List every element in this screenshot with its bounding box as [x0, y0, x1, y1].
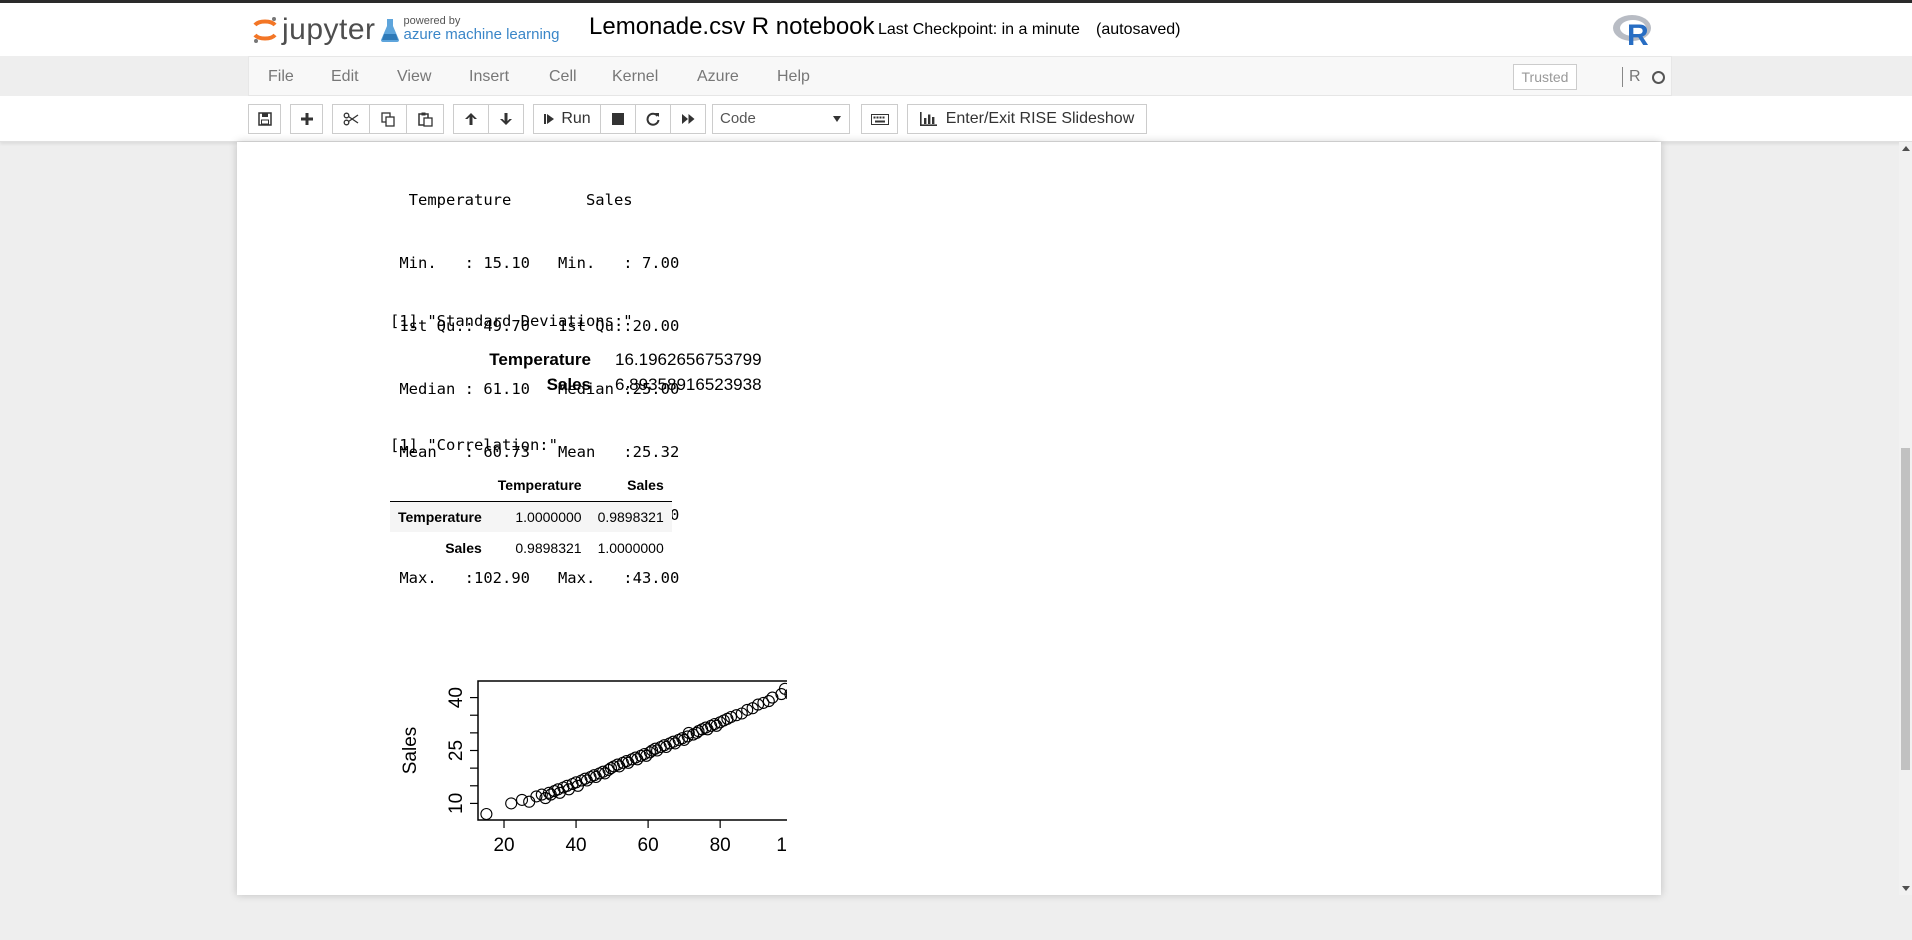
jupyter-wordmark: jupyter: [282, 13, 376, 46]
correlation-table: Temperature Sales Temperature 1.0000000 …: [390, 470, 672, 563]
powered-by-azure: powered by azure machine learning: [404, 14, 560, 42]
summary-line: Temperature Sales: [390, 191, 689, 209]
restart-icon: [646, 112, 660, 126]
y-tick-label: 40: [446, 687, 467, 708]
copy-icon: [380, 111, 395, 127]
x-tick-label: 40: [565, 835, 586, 856]
restart-run-all-button[interactable]: [670, 104, 706, 134]
copy-button[interactable]: [369, 104, 407, 134]
correlation-print-line: [1] "Correlation:": [390, 436, 558, 454]
x-tick-label: 20: [493, 835, 514, 856]
interrupt-button[interactable]: [600, 104, 636, 134]
scroll-down-arrow-icon[interactable]: [1902, 886, 1910, 891]
save-button[interactable]: [248, 104, 281, 134]
table-row: Temperature 1.0000000 0.9898321: [390, 501, 672, 532]
step-forward-icon: [544, 114, 555, 124]
scatter-point: [515, 793, 529, 806]
scatter-point: [505, 797, 518, 810]
scatter-point: [523, 795, 536, 808]
summary-line: Min. : 15.10 Min. : 7.00: [390, 254, 698, 272]
summary-line: Max. :102.90 Max. :43.00: [390, 569, 698, 587]
menu-view[interactable]: View: [397, 68, 431, 86]
stop-icon: [612, 113, 624, 125]
r-logo-letter: R: [1627, 19, 1649, 48]
scissors-icon: [343, 112, 359, 126]
notebook-title[interactable]: Lemonade.csv R notebook: [589, 13, 875, 41]
table-cell: 0.9898321: [515, 539, 582, 556]
sd-print-line: [1] "Standard Deviations:": [390, 312, 633, 330]
x-tick-label: 100: [776, 835, 787, 856]
notebook-header: jupyter powered by azure machine learnin…: [0, 3, 1912, 56]
fast-forward-icon: [681, 114, 694, 124]
menu-bar: File Edit View Insert Cell Kernel Azure …: [248, 56, 1672, 96]
scatter-plot: 20 40 60 80 100 10 25 40 Sales: [400, 680, 787, 856]
kernel-divider: [1622, 67, 1623, 87]
cell-type-select[interactable]: Code: [712, 104, 850, 134]
sd-value-sales: 6.89358916523938: [615, 375, 762, 394]
row-label: Sales: [445, 539, 482, 556]
notebook-toolbar: Run Code Enter/Exit RISE Slideshow: [0, 96, 1912, 142]
scroll-up-arrow-icon[interactable]: [1902, 146, 1910, 151]
sd-label-sales: Sales: [546, 375, 591, 394]
table-cell: 1.0000000: [515, 508, 582, 525]
trusted-indicator[interactable]: Trusted: [1513, 64, 1577, 90]
plus-icon: [300, 113, 313, 125]
table-cell: 1.0000000: [597, 539, 664, 556]
table-header-blank: [390, 470, 490, 502]
menu-edit[interactable]: Edit: [331, 68, 359, 86]
scatter-point: [480, 807, 493, 821]
menu-azure[interactable]: Azure: [697, 68, 739, 86]
insert-cell-button[interactable]: [290, 104, 323, 134]
jupyter-orbit-icon: [253, 17, 277, 43]
sd-label-temperature: Temperature: [489, 350, 591, 369]
kernel-name: R: [1629, 68, 1641, 85]
move-down-button[interactable]: [488, 104, 524, 134]
restart-button[interactable]: [635, 104, 671, 134]
sd-value-temperature: 16.1962656753799: [615, 350, 762, 369]
cut-button[interactable]: [332, 104, 370, 134]
x-tick-label: 60: [638, 835, 659, 856]
command-palette-button[interactable]: [861, 104, 898, 134]
paste-button[interactable]: [406, 104, 444, 134]
chevron-down-icon: [833, 116, 841, 122]
menu-file[interactable]: File: [268, 68, 294, 86]
arrow-up-icon: [465, 113, 477, 125]
arrow-down-icon: [500, 113, 512, 125]
floppy-disk-icon: [257, 112, 272, 126]
run-button-label: Run: [561, 110, 591, 127]
paste-icon: [417, 112, 433, 127]
scrollbar-thumb[interactable]: [1901, 448, 1910, 770]
table-cell: 0.9898321: [597, 508, 664, 525]
run-button[interactable]: Run: [533, 104, 601, 134]
rise-slideshow-button[interactable]: Enter/Exit RISE Slideshow: [907, 104, 1147, 134]
checkpoint-status: Last Checkpoint: in a minute: [878, 21, 1080, 38]
kernel-idle-icon: [1652, 71, 1665, 84]
y-tick-label: 10: [446, 793, 467, 814]
jupyter-logo[interactable]: jupyter powered by azure machine learnin…: [252, 11, 559, 49]
table-row: Sales 0.9898321 1.0000000: [390, 532, 672, 563]
table-header-temperature: Temperature: [489, 470, 590, 502]
keyboard-icon: [870, 113, 889, 125]
menu-cell[interactable]: Cell: [549, 68, 577, 86]
rise-slideshow-label: Enter/Exit RISE Slideshow: [945, 110, 1135, 127]
menu-insert[interactable]: Insert: [469, 68, 509, 86]
y-axis-label: Sales: [400, 727, 421, 775]
row-label: Temperature: [398, 508, 482, 525]
page-scrollbar[interactable]: [1899, 142, 1912, 895]
notebook-cell-output: Temperature Sales Min. : 15.10 Min. : 7.…: [237, 142, 1661, 895]
move-up-button[interactable]: [453, 104, 489, 134]
azure-ml-text: azure machine learning: [403, 26, 560, 43]
bar-chart-icon: [919, 112, 937, 126]
r-kernel-logo-icon: R: [1613, 15, 1651, 48]
autosave-status: (autosaved): [1096, 21, 1181, 38]
azure-flask-icon: [380, 19, 399, 42]
menu-help[interactable]: Help: [777, 68, 810, 86]
cell-type-value: Code: [720, 110, 756, 127]
menu-kernel[interactable]: Kernel: [612, 68, 658, 86]
y-tick-label: 25: [446, 740, 467, 761]
table-header-sales: Sales: [589, 470, 672, 502]
x-tick-label: 80: [710, 835, 731, 856]
